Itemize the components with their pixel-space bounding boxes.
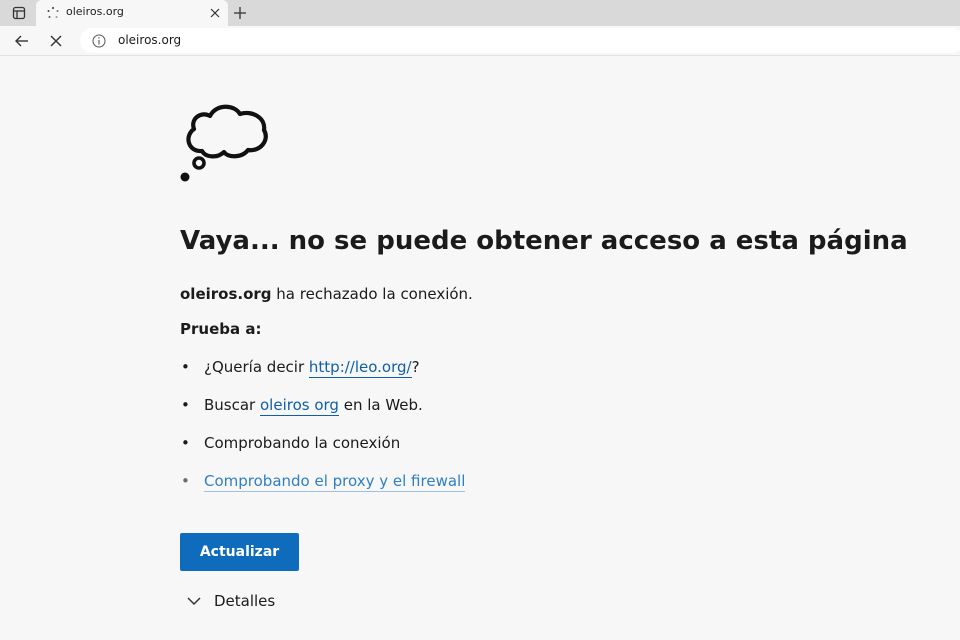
- search-web-link[interactable]: oleiros org: [260, 396, 339, 416]
- refresh-button[interactable]: Actualizar: [180, 533, 299, 571]
- tab-strip: oleiros.org: [0, 0, 960, 26]
- bullet: •: [181, 434, 190, 452]
- check-proxy-firewall-link[interactable]: Comprobando el proxy y el firewall: [204, 472, 466, 492]
- suggestion-text: en la Web.: [338, 396, 423, 414]
- plus-icon[interactable]: [230, 3, 250, 23]
- tab-title: oleiros.org: [66, 5, 124, 18]
- thought-cloud-icon: [180, 104, 268, 182]
- loading-spinner-icon: [47, 6, 59, 18]
- bullet: •: [181, 396, 190, 414]
- suggestion-text: ¿Quería decir: [204, 358, 309, 376]
- suggestion-did-you-mean: • ¿Quería decir http://leo.org/?: [180, 358, 465, 396]
- info-icon[interactable]: [92, 34, 106, 48]
- bullet: •: [181, 358, 190, 376]
- details-toggle[interactable]: Detalles: [186, 592, 275, 610]
- error-headline: Vaya... no se puede obtener acceso a est…: [180, 226, 908, 256]
- address-bar[interactable]: oleiros.org: [80, 28, 960, 53]
- bullet: •: [181, 472, 190, 490]
- url-text[interactable]: oleiros.org: [118, 33, 181, 47]
- refused-text: ha rechazado la conexión.: [271, 285, 473, 303]
- suggestion-text: Buscar: [204, 396, 260, 414]
- did-you-mean-link[interactable]: http://leo.org/: [308, 358, 412, 378]
- chevron-down-icon: [187, 597, 201, 606]
- tab-actions-icon[interactable]: [6, 3, 32, 23]
- tab-active[interactable]: oleiros.org: [36, 0, 228, 26]
- suggestion-check-connection: • Comprobando la conexión: [180, 434, 465, 472]
- suggestion-search-web: • Buscar oleiros org en la Web.: [180, 396, 465, 434]
- back-arrow-icon[interactable]: [10, 29, 34, 53]
- suggestion-check-proxy: • Comprobando el proxy y el firewall: [180, 472, 466, 510]
- try-label: Prueba a:: [180, 320, 262, 338]
- error-page: Vaya... no se puede obtener acceso a est…: [180, 56, 940, 640]
- toolbar: oleiros.org: [0, 26, 960, 56]
- details-label: Detalles: [214, 592, 276, 610]
- suggestion-list: • ¿Quería decir http://leo.org/? • Busca…: [180, 358, 466, 510]
- close-icon[interactable]: [206, 4, 224, 22]
- suggestion-text: Comprobando la conexión: [204, 434, 401, 452]
- stop-x-icon[interactable]: [44, 29, 68, 53]
- refused-message: oleiros.org ha rechazado la conexión.: [180, 285, 473, 303]
- refused-host: oleiros.org: [180, 285, 272, 303]
- suggestion-text: ?: [411, 358, 420, 376]
